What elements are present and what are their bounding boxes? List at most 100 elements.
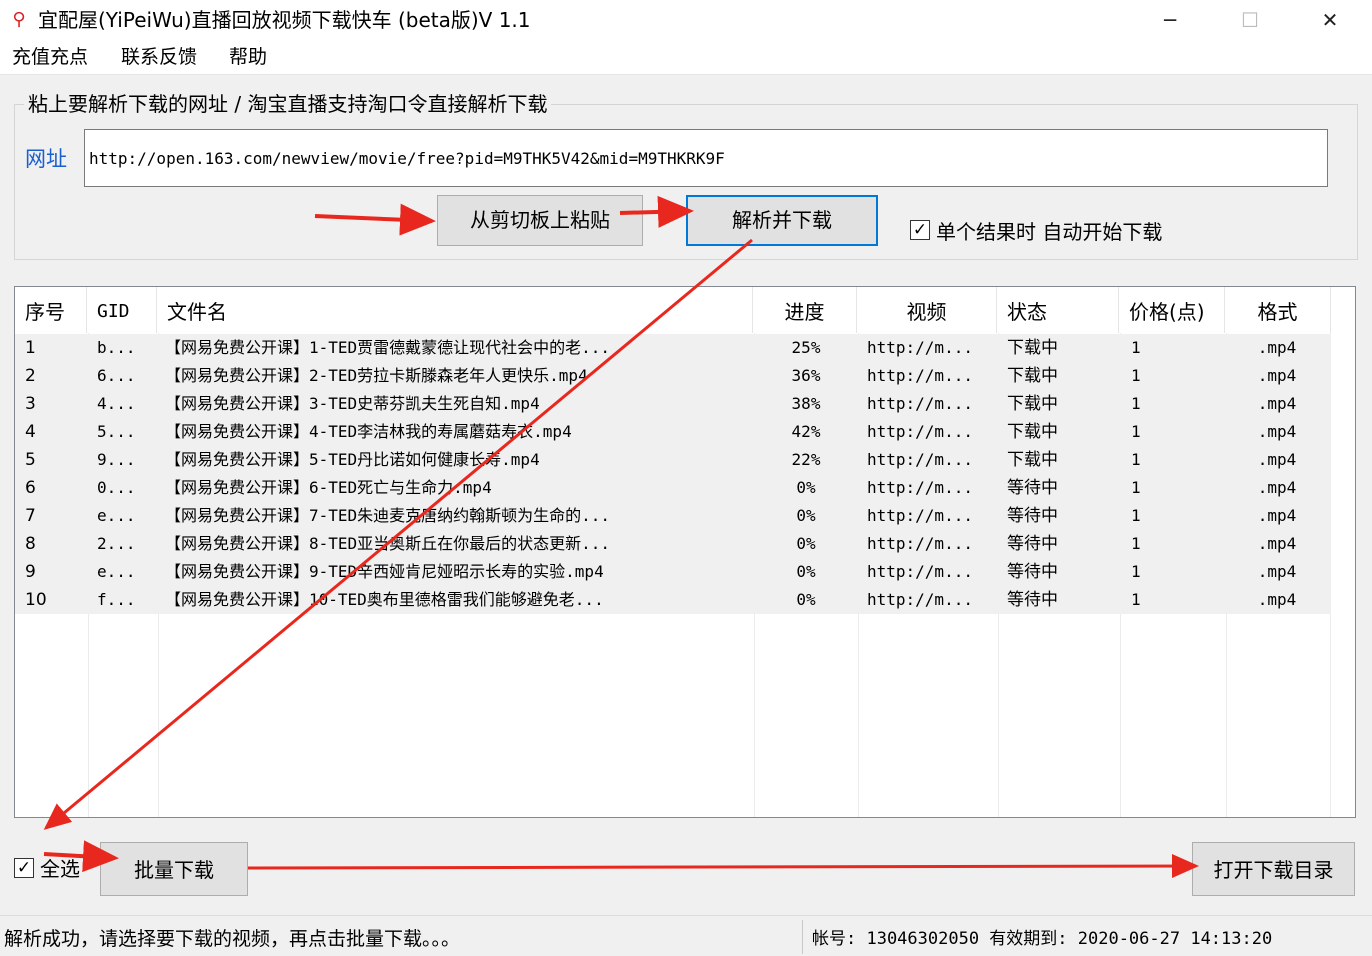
cell-video: http://m...: [867, 338, 973, 357]
cell-filename: 【网易免费公开课】8-TED亚当奥斯丘在你最后的状态更新...: [165, 534, 611, 553]
cell-format: .mp4: [1257, 338, 1297, 357]
list-header: 序号 GID 文件名 进度 视频 状态 价格(点) 格式: [15, 287, 1355, 333]
maximize-button[interactable]: ☐: [1210, 0, 1290, 40]
cell-status: 等待中: [1007, 590, 1058, 610]
menu-feedback[interactable]: 联系反馈: [121, 44, 197, 70]
table-row[interactable]: 2 6... 【网易免费公开课】2-TED劳拉卡斯滕森老年人更快乐.mp4 36% ht…: [15, 362, 1331, 390]
cell-no: 10: [25, 590, 47, 610]
cell-filename: 【网易免费公开课】4-TED李洁林我的寿属蘑菇寿衣.mp4: [165, 422, 572, 441]
cell-status: 等待中: [1007, 478, 1058, 498]
cell-no: 7: [25, 506, 36, 526]
table-row[interactable]: 9 e... 【网易免费公开课】9-TED辛西娅肯尼娅昭示长寿的实验.mp4 0% ht…: [15, 558, 1331, 586]
table-row[interactable]: 1 b... 【网易免费公开课】1-TED贾雷德戴蒙德让现代社会中的老... 25% h…: [15, 334, 1331, 362]
title-bar: ⚲ 宜配屋(YiPeiWu)直播回放视频下载快车 (beta版)V 1.1 ─ …: [0, 0, 1372, 40]
cell-filename: 【网易免费公开课】5-TED丹比诺如何健康长寿.mp4: [165, 450, 540, 469]
cell-video: http://m...: [867, 590, 973, 609]
cell-status: 等待中: [1007, 506, 1058, 526]
cell-status: 下载中: [1007, 366, 1058, 386]
table-row[interactable]: 5 9... 【网易免费公开课】5-TED丹比诺如何健康长寿.mp4 22% http:…: [15, 446, 1331, 474]
batch-download-button[interactable]: 批量下载: [100, 842, 248, 896]
cell-progress: 36%: [791, 366, 821, 385]
cell-format: .mp4: [1257, 422, 1297, 441]
table-row[interactable]: 3 4... 【网易免费公开课】3-TED史蒂芬凯夫生死自知.mp4 38% http:…: [15, 390, 1331, 418]
cell-format: .mp4: [1257, 590, 1297, 609]
cell-gid: b...: [97, 338, 136, 357]
cell-price: 1: [1131, 506, 1141, 525]
cell-price: 1: [1131, 338, 1141, 357]
col-header-video[interactable]: 视频: [857, 287, 997, 333]
cell-progress: 0%: [796, 534, 816, 553]
cell-price: 1: [1131, 562, 1141, 581]
window-title: 宜配屋(YiPeiWu)直播回放视频下载快车 (beta版)V 1.1: [38, 8, 531, 32]
menu-recharge[interactable]: 充值充点: [12, 44, 88, 70]
cell-progress: 0%: [796, 562, 816, 581]
menu-help[interactable]: 帮助: [229, 44, 267, 70]
close-button[interactable]: ✕: [1290, 0, 1370, 40]
cell-progress: 22%: [791, 450, 821, 469]
cell-progress: 42%: [791, 422, 821, 441]
cell-video: http://m...: [867, 394, 973, 413]
cell-progress: 0%: [796, 478, 816, 497]
cell-gid: 0...: [97, 478, 136, 497]
cell-gid: 5...: [97, 422, 136, 441]
cell-format: .mp4: [1257, 450, 1297, 469]
cell-no: 3: [25, 394, 36, 414]
table-row[interactable]: 8 2... 【网易免费公开课】8-TED亚当奥斯丘在你最后的状态更新... 0% ht…: [15, 530, 1331, 558]
paste-from-clipboard-button[interactable]: 从剪切板上粘贴: [437, 195, 643, 246]
select-all-checkbox[interactable]: ✓: [14, 858, 34, 878]
cell-price: 1: [1131, 450, 1141, 469]
status-message: 解析成功，请选择要下载的视频，再点击批量下载。。。: [4, 928, 461, 950]
cell-gid: 6...: [97, 366, 136, 385]
select-all-label: 全选: [40, 857, 80, 881]
cell-no: 4: [25, 422, 36, 442]
cell-status: 下载中: [1007, 422, 1058, 442]
cell-price: 1: [1131, 534, 1141, 553]
col-header-gid[interactable]: GID: [87, 287, 157, 333]
app-pin-icon: ⚲: [12, 9, 26, 30]
table-row[interactable]: 7 e... 【网易免费公开课】7-TED朱迪麦克唐纳约翰斯顿为生命的... 0% ht…: [15, 502, 1331, 530]
video-list[interactable]: 序号 GID 文件名 进度 视频 状态 价格(点) 格式 1 b... 【网易免费公…: [14, 286, 1356, 818]
cell-progress: 25%: [791, 338, 821, 357]
cell-status: 下载中: [1007, 394, 1058, 414]
parse-and-download-button[interactable]: 解析并下载: [686, 195, 878, 246]
table-row[interactable]: 4 5... 【网易免费公开课】4-TED李洁林我的寿属蘑菇寿衣.mp4 42% htt…: [15, 418, 1331, 446]
cell-no: 5: [25, 450, 36, 470]
cell-filename: 【网易免费公开课】6-TED死亡与生命力.mp4: [165, 478, 492, 497]
table-row[interactable]: 10 f... 【网易免费公开课】10-TED奥布里德格雷我们能够避免老... 0% h…: [15, 586, 1331, 614]
cell-progress: 0%: [796, 506, 816, 525]
cell-filename: 【网易免费公开课】1-TED贾雷德戴蒙德让现代社会中的老...: [165, 338, 611, 357]
url-input[interactable]: http://open.163.com/newview/movie/free?p…: [84, 129, 1328, 187]
cell-gid: e...: [97, 506, 136, 525]
cell-format: .mp4: [1257, 366, 1297, 385]
cell-format: .mp4: [1257, 506, 1297, 525]
cell-video: http://m...: [867, 506, 973, 525]
cell-progress: 0%: [796, 590, 816, 609]
open-download-folder-button[interactable]: 打开下载目录: [1192, 842, 1355, 896]
col-header-filename[interactable]: 文件名: [157, 287, 753, 333]
cell-video: http://m...: [867, 478, 973, 497]
cell-format: .mp4: [1257, 394, 1297, 413]
col-header-price[interactable]: 价格(点): [1119, 287, 1225, 333]
col-header-format[interactable]: 格式: [1225, 287, 1331, 333]
cell-video: http://m...: [867, 562, 973, 581]
cell-no: 6: [25, 478, 36, 498]
arrow-to-open-folder: [247, 854, 1199, 879]
cell-format: .mp4: [1257, 478, 1297, 497]
minimize-button[interactable]: ─: [1130, 0, 1210, 40]
cell-status: 下载中: [1007, 338, 1058, 358]
cell-price: 1: [1131, 478, 1141, 497]
cell-no: 8: [25, 534, 36, 554]
col-header-progress[interactable]: 进度: [753, 287, 857, 333]
auto-download-label: 单个结果时 自动开始下载: [936, 220, 1163, 244]
cell-filename: 【网易免费公开课】2-TED劳拉卡斯滕森老年人更快乐.mp4: [165, 366, 588, 385]
cell-format: .mp4: [1257, 562, 1297, 581]
table-row[interactable]: 6 0... 【网易免费公开课】6-TED死亡与生命力.mp4 0% http://m.…: [15, 474, 1331, 502]
auto-download-checkbox[interactable]: ✓: [910, 220, 930, 240]
col-header-no[interactable]: 序号: [15, 287, 87, 333]
cell-filename: 【网易免费公开课】7-TED朱迪麦克唐纳约翰斯顿为生命的...: [165, 506, 611, 525]
cell-filename: 【网易免费公开课】9-TED辛西娅肯尼娅昭示长寿的实验.mp4: [165, 562, 604, 581]
cell-progress: 38%: [791, 394, 821, 413]
cell-status: 等待中: [1007, 562, 1058, 582]
cell-status: 等待中: [1007, 534, 1058, 554]
col-header-status[interactable]: 状态: [997, 287, 1119, 333]
